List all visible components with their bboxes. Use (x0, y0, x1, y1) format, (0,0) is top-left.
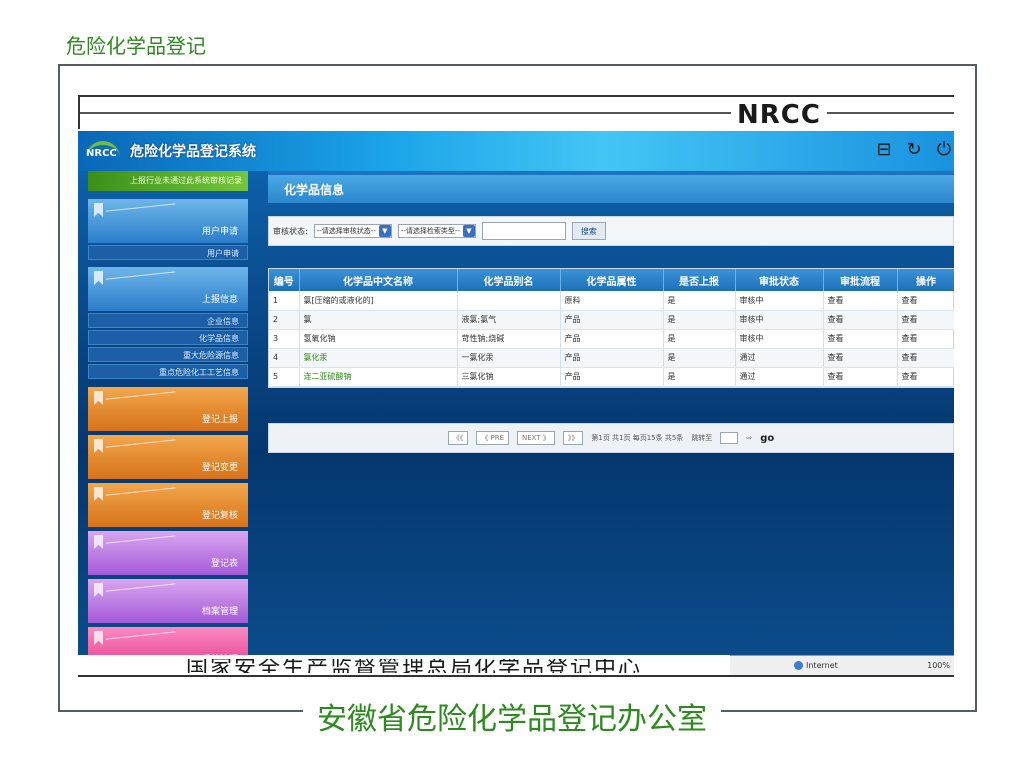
col-header-cn-name[interactable]: 化学品中文名称 (299, 269, 458, 291)
flag-icon (94, 439, 103, 453)
arrow-right-icon: ⇨ (746, 434, 753, 442)
go-button[interactable]: go (760, 433, 774, 444)
browser-status-bar: Internet 100% (730, 655, 954, 675)
sidebar-group-report-info[interactable]: 上报信息 (88, 267, 248, 311)
search-input[interactable] (481, 222, 566, 240)
brand: NRCC 危险化学品登记系统 (84, 141, 256, 161)
filter-bar: 审核状态: --请选择审核状态-- ▼ --请选择检索类型-- ▼ 搜索 (268, 216, 954, 246)
prev-page-button[interactable]: 《 PRE (476, 431, 510, 445)
goto-page-input[interactable] (720, 432, 739, 444)
user-notice: 上报行业未通过此系统审核记录 (88, 171, 248, 191)
system-name: 危险化学品登记系统 (130, 144, 256, 160)
refresh-icon[interactable]: ↻ (904, 139, 924, 160)
flag-icon (94, 535, 103, 549)
table-row: 5 连二亚硫酸钠 三氯化钠 产品 是 通过 查看 查看 (269, 367, 954, 387)
zoom-level[interactable]: 100% (927, 661, 950, 670)
col-header-alias[interactable]: 化学品别名 (457, 269, 561, 291)
sidebar-item-hazard-process[interactable]: 重点危险化工工艺信息 (88, 364, 248, 379)
app-header: NRCC 危险化学品登记系统 ⊟ ↻ ⏻ (78, 131, 954, 171)
sidebar-group-registration-report[interactable]: 登记上报 (88, 387, 248, 431)
table-row: 1 氯[压缩的或液化的] 原料 是 审核中 查看 查看 (269, 291, 954, 311)
view-flow-link[interactable]: 查看 (823, 329, 898, 349)
view-link[interactable]: 查看 (897, 329, 954, 349)
chevron-down-icon: ▼ (462, 225, 475, 237)
globe-icon (794, 661, 803, 670)
screenshot-top-bar: NRCC (78, 95, 954, 130)
search-button[interactable]: 搜索 (571, 222, 606, 240)
chevron-down-icon: ▼ (378, 225, 391, 237)
status-select[interactable]: --请选择审核状态-- ▼ (313, 224, 392, 238)
main-content: 化学品信息 审核状态: --请选择审核状态-- ▼ --请选择检索类型-- ▼ 搜索 (258, 171, 954, 667)
sidebar-group-registration-form[interactable]: 登记表 (88, 531, 248, 575)
view-flow-link[interactable]: 查看 (823, 367, 898, 387)
footer-text: 安徽省危险化学品登记办公室 (303, 702, 721, 737)
col-header-action[interactable]: 操作 (897, 269, 954, 291)
sidebar-item-user-apply[interactable]: 用户申请 (88, 245, 248, 260)
page-title: 化学品信息 (284, 183, 345, 197)
flag-icon (94, 583, 103, 597)
col-header-attribute[interactable]: 化学品属性 (560, 269, 664, 291)
col-header-id[interactable]: 编号 (269, 269, 300, 291)
table-row: 2 氯 液氯;氯气 产品 是 审核中 查看 查看 (269, 310, 954, 330)
view-flow-link[interactable]: 查看 (823, 348, 898, 368)
goto-label: 跳转至 (691, 434, 713, 442)
col-header-approval-flow[interactable]: 审批流程 (823, 269, 898, 291)
center-name-text: 国家安全生产监督管理总局化学品登记中心 (186, 659, 643, 673)
slide-footer: 安徽省危险化学品登记办公室 (0, 696, 1024, 740)
next-page-button[interactable]: NEXT 》 (517, 431, 555, 445)
view-link[interactable]: 查看 (897, 310, 954, 330)
pagination: 《《 《 PRE NEXT 》 》》 第1页 共1页 每页15条 共5条 跳转至… (268, 423, 954, 453)
sidebar-item-major-hazard[interactable]: 重大危险源信息 (88, 347, 248, 362)
nrcc-logo: NRCC (731, 100, 827, 130)
view-flow-link[interactable]: 查看 (823, 310, 898, 330)
slide-title: 危险化学品登记 (66, 34, 206, 58)
sidebar-group-registration-review[interactable]: 登记复核 (88, 483, 248, 527)
flag-icon (94, 271, 103, 285)
bottom-rule (78, 675, 954, 677)
col-header-reported[interactable]: 是否上报 (663, 269, 736, 291)
sidebar-group-archive[interactable]: 档案管理 (88, 579, 248, 623)
flag-icon (94, 391, 103, 405)
last-page-button[interactable]: 》》 (562, 431, 584, 445)
app-window: NRCC 危险化学品登记系统 ⊟ ↻ ⏻ 上报行业未通过此系统审核记录 用户申请… (78, 131, 954, 671)
view-flow-link[interactable]: 查看 (823, 291, 898, 311)
table-row: 3 氢氧化钠 苛性钠;烧碱 产品 是 审核中 查看 查看 (269, 329, 954, 349)
app-screenshot: NRCC NRCC 危险化学品登记系统 ⊟ ↻ ⏻ 上报行业未通过此系统审核记录… (78, 95, 954, 685)
flag-icon (94, 203, 103, 217)
screenshot-bottom: 国家安全生产监督管理总局化学品登记中心 Internet 100% (78, 655, 954, 685)
minimize-icon[interactable]: ⊟ (874, 139, 894, 160)
power-icon[interactable]: ⏻ (934, 139, 954, 160)
view-link[interactable]: 查看 (897, 348, 954, 368)
status-filter-label: 审核状态: (273, 226, 308, 236)
content-title-bar: 化学品信息 (268, 171, 954, 203)
flag-icon (94, 487, 103, 501)
security-zone: Internet (794, 661, 838, 670)
table-header-row: 编号 化学品中文名称 化学品别名 化学品属性 是否上报 审批状态 审批流程 操作 (269, 269, 954, 291)
sidebar-item-company-info[interactable]: 企业信息 (88, 313, 248, 328)
col-header-approval-status[interactable]: 审批状态 (735, 269, 824, 291)
first-page-button[interactable]: 《《 (447, 431, 469, 445)
header-toolbar: ⊟ ↻ ⏻ (874, 139, 954, 160)
search-type-select[interactable]: --请选择检索类型-- ▼ (397, 224, 476, 238)
sidebar: 上报行业未通过此系统审核记录 用户申请 用户申请 上报信息 企业信息 化学品信息… (78, 171, 248, 671)
view-link[interactable]: 查看 (897, 291, 954, 311)
sidebar-item-chemical-info[interactable]: 化学品信息 (88, 330, 248, 345)
sidebar-group-registration-change[interactable]: 登记变更 (88, 435, 248, 479)
chemical-table: 编号 化学品中文名称 化学品别名 化学品属性 是否上报 审批状态 审批流程 操作 (268, 268, 954, 388)
flag-icon (94, 631, 103, 645)
view-link[interactable]: 查看 (897, 367, 954, 387)
page-info: 第1页 共1页 每页15条 共5条 (591, 434, 684, 442)
sidebar-group-user-apply[interactable]: 用户申请 (88, 199, 248, 243)
nrcc-badge-icon: NRCC (84, 141, 124, 161)
table-row: 4 氯化汞 一氯化汞 产品 是 通过 查看 查看 (269, 348, 954, 368)
